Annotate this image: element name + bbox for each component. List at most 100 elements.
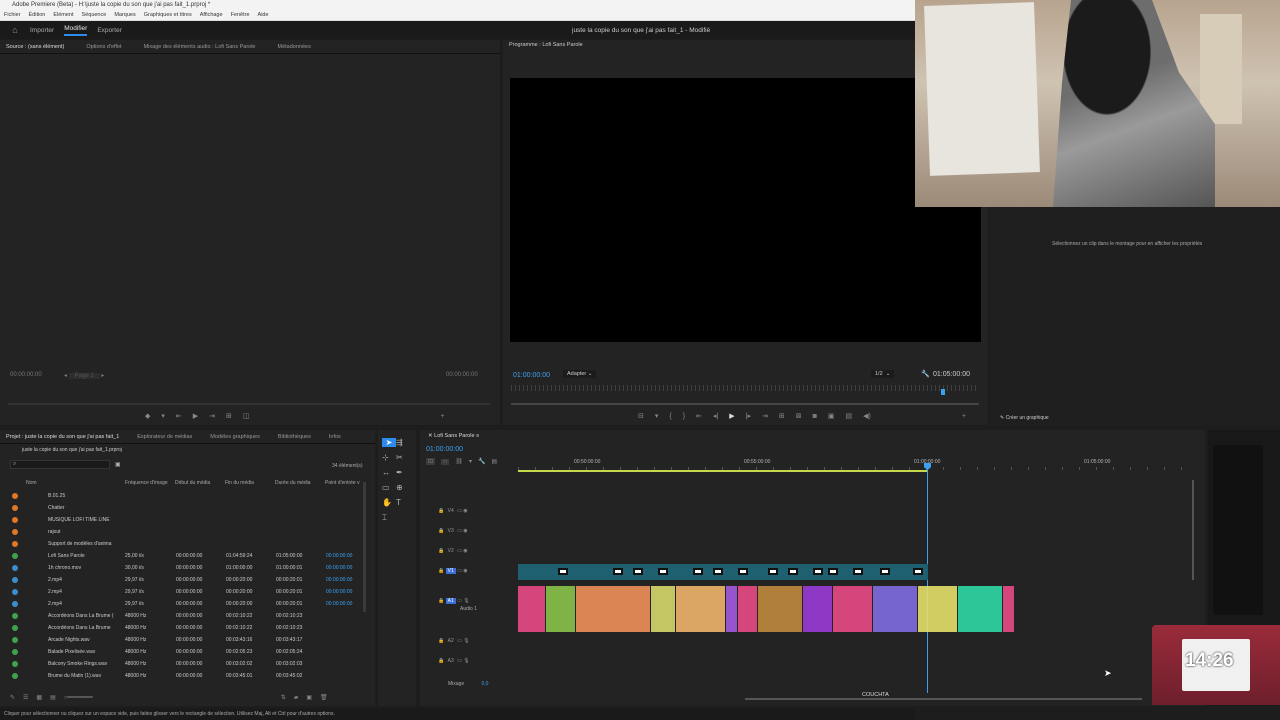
label-color-dot[interactable] (12, 505, 18, 511)
audio-clip[interactable] (958, 586, 1002, 632)
track-header-a1[interactable]: 🔒 A1 ▭ 🎙 (438, 598, 518, 610)
mic-icon[interactable]: 🎙 (463, 598, 469, 604)
time-ruler[interactable]: 00:50:00:00 00:55:00:00 01:00:00:00 01:0… (518, 457, 1193, 472)
play-icon[interactable]: ▶ (193, 412, 198, 420)
rectangle-icon[interactable]: ▭ (382, 483, 396, 492)
project-row[interactable]: B.01.25 (0, 490, 365, 502)
wrench-icon[interactable]: 🔧 (921, 370, 930, 378)
track-header-a3[interactable]: 🔒 A3 ▭ 🎙 (438, 658, 518, 670)
track-select-icon[interactable]: ⇶ (396, 438, 410, 447)
home-icon[interactable]: ⌂ (0, 25, 30, 35)
audio-clip[interactable] (546, 586, 575, 632)
project-row[interactable]: Balcony Smoke Rings.wav 48000 Hz 00:00:00:… (0, 658, 365, 670)
vscroll[interactable] (1192, 480, 1194, 580)
caption-icon[interactable]: ⌶ (382, 513, 396, 523)
col-fps[interactable]: Fréquence d'image (125, 480, 168, 486)
label-color-dot[interactable] (12, 625, 18, 631)
trash-icon[interactable]: 🗑 (320, 694, 328, 701)
track-header-v4[interactable]: 🔒 V4 ▭ ◉ (438, 508, 518, 520)
vr-icon[interactable]: ▤ (846, 412, 853, 420)
mix-value[interactable]: 0,0 (482, 681, 489, 687)
project-row[interactable]: Accordéons Dans La Brume 48000 Hz 00:00:00… (0, 622, 365, 634)
tab-effect-options[interactable]: Options d'effet (86, 40, 121, 53)
mic-icon[interactable]: 🎙 (463, 638, 469, 644)
quality-dropdown[interactable]: 1/2 ⌄ (871, 370, 895, 378)
mark-in-icon[interactable]: ◆ (145, 412, 150, 420)
source-scrubber[interactable] (8, 403, 490, 405)
new-item-icon[interactable]: ▣ (306, 694, 312, 701)
source-timecode[interactable]: 00:00:00:00 (10, 372, 42, 378)
sync-icon[interactable]: ▭ (457, 658, 462, 664)
step-back-icon[interactable]: ⇤ (176, 412, 182, 420)
audio-clip[interactable] (738, 586, 757, 632)
slip-icon[interactable]: ↔ (382, 468, 396, 477)
track-label[interactable]: A2 (446, 638, 456, 644)
mark-out-icon[interactable]: } (683, 413, 685, 420)
v1-clip-thumb[interactable] (558, 568, 568, 575)
project-row[interactable]: 2.mp4 29,97 i/s 00:00:00:00 00:00:20:00 00:0… (0, 574, 365, 586)
project-row[interactable]: Support de modèles d'anima (0, 538, 365, 550)
add-button-icon[interactable]: + (962, 413, 966, 420)
v1-clip-thumb[interactable] (788, 568, 798, 575)
v1-clip-thumb[interactable] (828, 568, 838, 575)
label-color-dot[interactable] (12, 673, 18, 679)
mic-icon[interactable]: 🎙 (463, 658, 469, 664)
eye-icon[interactable]: ◉ (463, 548, 467, 554)
step-forward-icon[interactable]: |▸ (746, 412, 751, 420)
tab-info[interactable]: Infos (329, 430, 341, 443)
tab-graphic-templates[interactable]: Modèles graphiques (210, 430, 260, 443)
audio-clip[interactable] (726, 586, 737, 632)
freeform-view-icon[interactable]: ▤ (50, 694, 56, 701)
zoom-slider[interactable]: ○━━━━━━━ (64, 694, 93, 701)
lock-icon[interactable]: 🔒 (438, 548, 444, 554)
col-duration[interactable]: Durée du média (275, 480, 311, 486)
list-view-icon[interactable]: ☰ (23, 694, 28, 701)
timeline-timecode[interactable]: 01:00:00:00 (426, 446, 463, 453)
col-end[interactable]: Fin du média (225, 480, 254, 486)
v1-clip-thumb[interactable] (633, 568, 643, 575)
project-row[interactable]: Balade Pixelisée.wav 48000 Hz 00:00:00:00 0… (0, 646, 365, 658)
label-color-dot[interactable] (12, 517, 18, 523)
add-button-icon[interactable]: + (441, 413, 445, 420)
audio-clip[interactable] (873, 586, 917, 632)
v1-clip-thumb[interactable] (738, 568, 748, 575)
settings-icon[interactable]: 🔧 (478, 458, 485, 465)
pencil-icon[interactable]: ✎ (10, 694, 15, 701)
track-label[interactable]: V4 (446, 508, 456, 514)
col-in-point[interactable]: Point d'entrée v (325, 480, 360, 486)
v1-clip-thumb[interactable] (693, 568, 703, 575)
program-scrubber[interactable] (511, 403, 979, 405)
text-icon[interactable]: T (396, 498, 410, 507)
camera-icon[interactable]: ◙ (813, 413, 817, 420)
tab-libraries[interactable]: Bibliothèques (278, 430, 311, 443)
track-header-v3[interactable]: 🔒 V3 ▭ ◉ (438, 528, 518, 540)
icon-view-icon[interactable]: ▦ (36, 694, 42, 701)
new-bin-bottom-icon[interactable]: ▰ (294, 694, 299, 701)
lock-icon[interactable]: 🔒 (438, 528, 444, 534)
audio-clip[interactable] (576, 586, 650, 632)
zoom-icon[interactable]: ⊕ (396, 483, 410, 492)
tab-modifier[interactable]: Modifier (64, 25, 88, 36)
label-color-dot[interactable] (12, 577, 18, 583)
tab-media-browser[interactable]: Explorateur de médias (137, 430, 192, 443)
timeline-hscroll[interactable] (745, 698, 1142, 700)
project-row[interactable]: Brume du Matin (1).wav 48000 Hz 00:00:00:0… (0, 670, 365, 682)
menu-item-8[interactable]: Aide (258, 10, 269, 20)
audio-clip[interactable] (518, 586, 545, 632)
project-row[interactable]: rajout (0, 526, 365, 538)
timeline-tab[interactable]: ✕ Lofi Sans Parole ≡ (428, 433, 479, 439)
eye-icon[interactable]: ◉ (463, 528, 467, 534)
sync-icon[interactable]: ▭ (457, 638, 462, 644)
tab-project[interactable]: Projet : juste la copie du son que j'ai … (6, 430, 119, 443)
label-color-dot[interactable] (12, 661, 18, 667)
program-ruler[interactable] (511, 385, 979, 391)
col-start[interactable]: Début du média (175, 480, 210, 486)
play-icon[interactable]: ▶ (729, 412, 734, 420)
go-in-icon[interactable]: ⇤ (696, 412, 702, 420)
export-frame-icon[interactable]: ◫ (243, 412, 250, 420)
menu-item-7[interactable]: Fenêtre (231, 10, 250, 20)
audio-clip[interactable] (676, 586, 725, 632)
project-row[interactable]: Arcade Nights.wav 48000 Hz 00:00:00:00 00:0… (0, 634, 365, 646)
v1-clip-thumb[interactable] (713, 568, 723, 575)
menu-item-0[interactable]: Fichier (4, 10, 21, 20)
